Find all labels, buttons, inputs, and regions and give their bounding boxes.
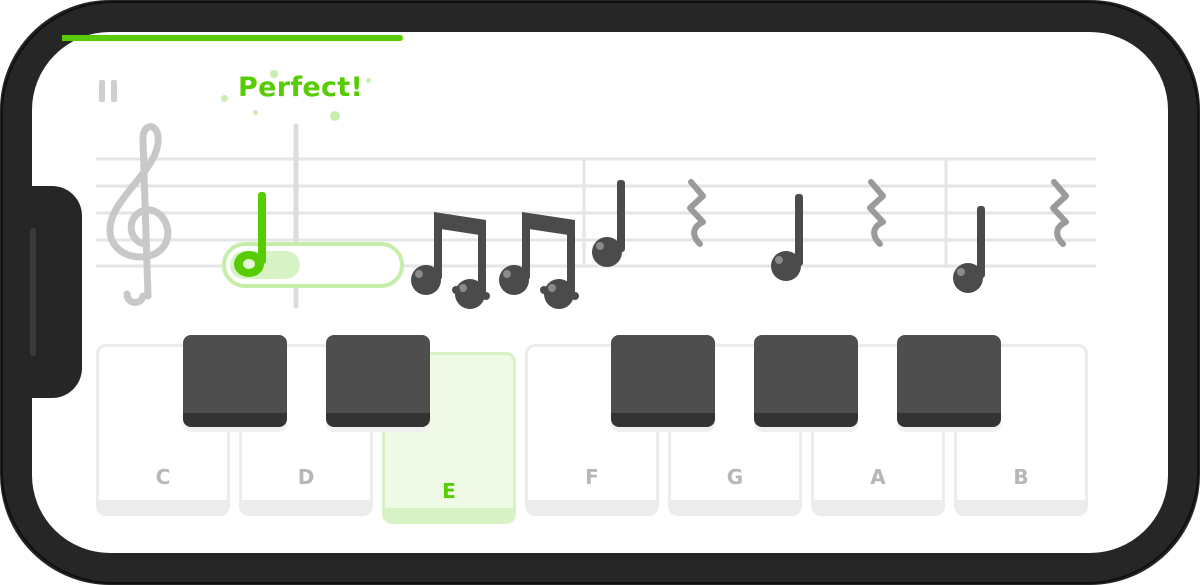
key-label: E — [442, 479, 456, 503]
key-label: G — [726, 465, 744, 489]
treble-clef-icon — [106, 123, 172, 306]
eighth-note-pair — [411, 212, 490, 309]
key-label: C — [155, 465, 171, 489]
played-quarter-note — [234, 192, 266, 277]
key-label: F — [585, 465, 599, 489]
eighth-note-pair — [499, 212, 579, 309]
key-label: D — [297, 465, 315, 489]
piano-black-key-f-sharp[interactable] — [611, 335, 715, 427]
quarter-note — [771, 194, 803, 281]
key-label: B — [1013, 465, 1029, 489]
piano-black-key-d-sharp[interactable] — [326, 335, 430, 427]
quarter-note — [953, 206, 985, 293]
piano-black-key-c-sharp[interactable] — [183, 335, 287, 427]
piano-keyboard: C D E F G A B — [96, 335, 1096, 530]
piano-black-key-g-sharp[interactable] — [754, 335, 858, 427]
piano-black-key-a-sharp[interactable] — [897, 335, 1001, 427]
quarter-note — [592, 180, 625, 267]
key-label: A — [870, 465, 886, 489]
